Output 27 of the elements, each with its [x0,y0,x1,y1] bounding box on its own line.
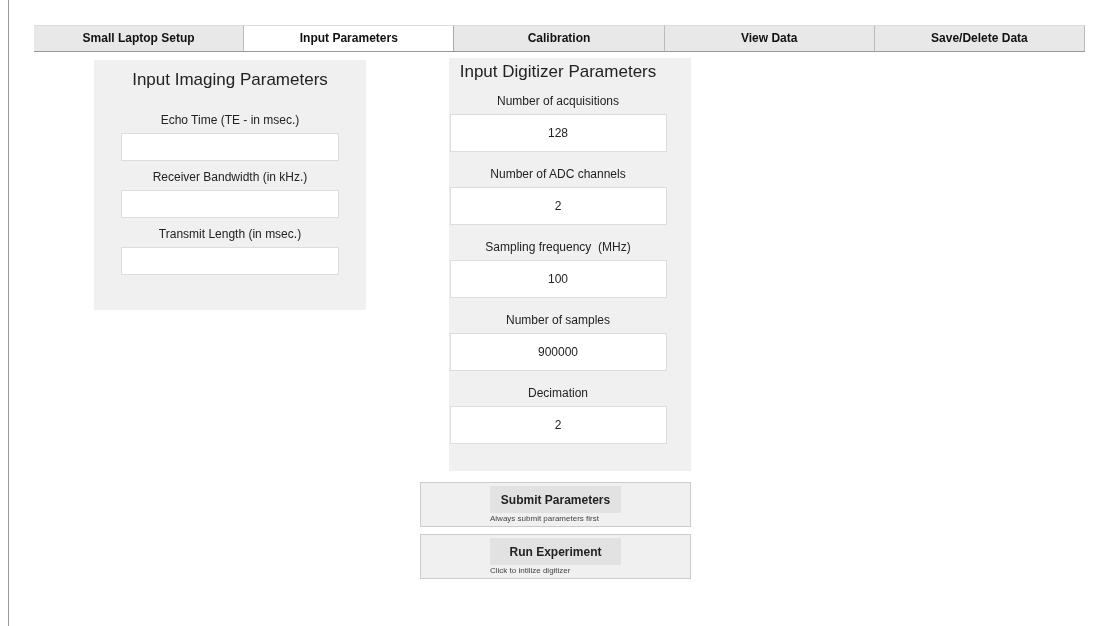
tab[interactable]: Small Laptop Setup [34,25,245,51]
tab[interactable]: Calibration [454,25,665,51]
input-field[interactable] [121,133,339,161]
input-field[interactable] [121,190,339,218]
field-label: Number of ADC channels [490,167,626,181]
tab[interactable]: Save/Delete Data [874,25,1085,51]
panel-title: Input Imaging Parameters [132,70,328,90]
field-label: Receiver Bandwidth (in kHz.) [152,170,308,184]
field-label: Echo Time (TE - in msec.) [160,113,300,127]
field-label: Transmit Length (in msec.) [158,227,302,241]
input-field[interactable] [121,247,339,275]
input-field[interactable]: 100 [449,260,667,298]
field-label: Decimation [528,386,588,400]
field-label: Number of acquisitions [496,94,620,108]
field-label: Number of samples [505,313,610,327]
hint-text: Always submit parameters first [490,514,600,523]
input-field[interactable]: 128 [449,114,667,152]
tab[interactable]: View Data [664,25,875,51]
field-label: Sampling frequency (MHz) [485,240,631,254]
hint-text: Click to intilize digitizer [490,566,572,575]
input-field[interactable]: 2 [449,406,667,444]
tab[interactable]: Input Parameters [244,25,455,51]
input-field[interactable]: 900000 [449,333,667,371]
action-button[interactable]: Submit Parameters [490,486,621,513]
input-field[interactable]: 2 [449,187,667,225]
panel-title: Input Digitizer Parameters [458,62,658,82]
action-button[interactable]: Run Experiment [490,538,621,565]
